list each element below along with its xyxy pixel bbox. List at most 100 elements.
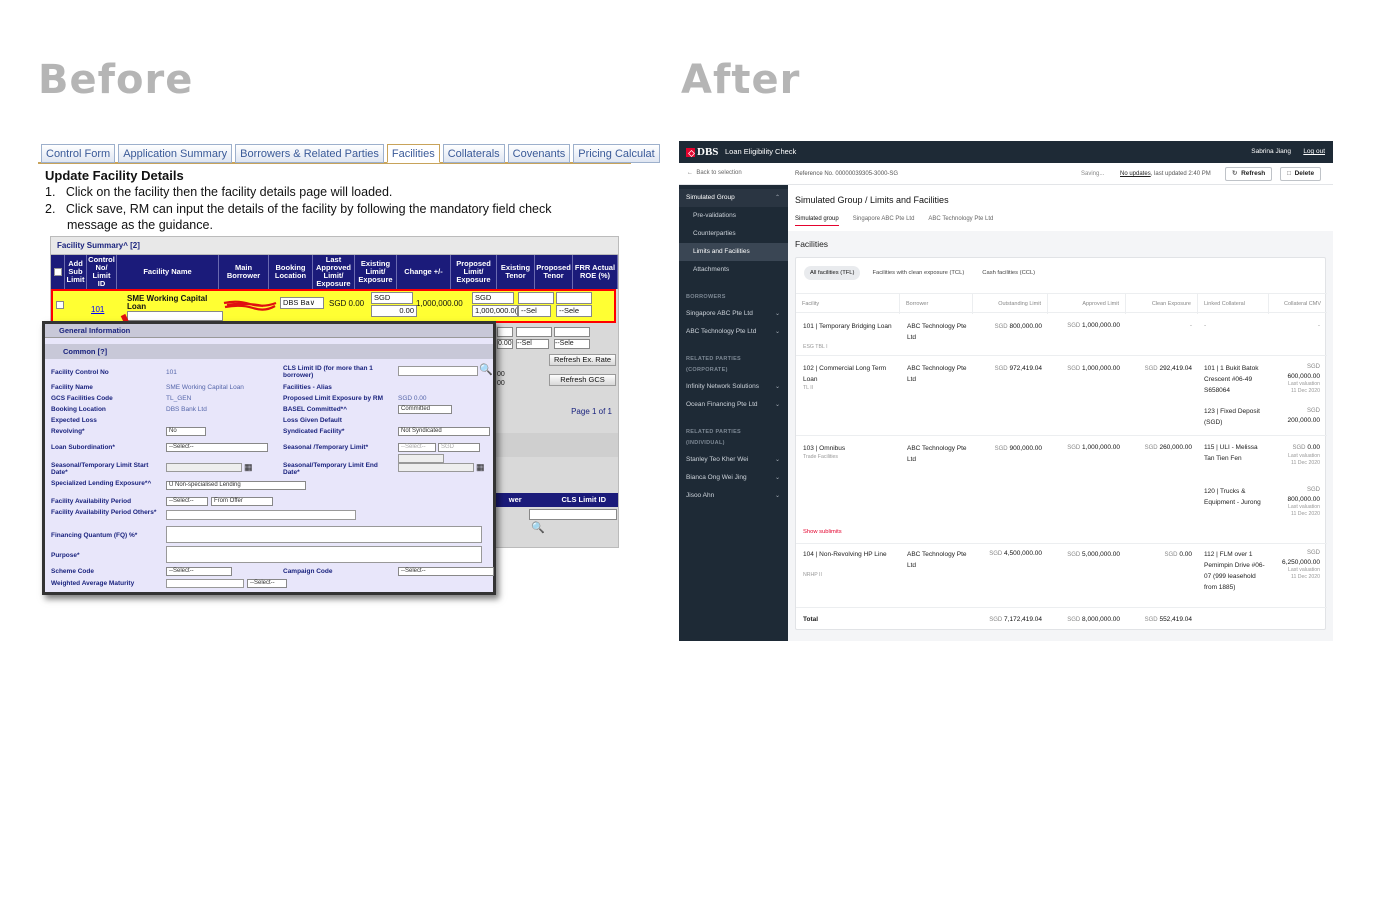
col-header: Borrower [900,294,973,314]
top-nav-bar: DBS Loan Eligibility Check Sabrina Jiang… [679,141,1333,163]
existing-tenor-select[interactable]: --Sel [518,305,551,317]
linked-collateral[interactable]: 123 | Fixed Deposit (SGD) [1204,406,1266,428]
tab-singapore-abc[interactable]: Singapore ABC Pte Ltd [853,216,915,226]
tab-facilities[interactable]: Facilities [386,144,440,163]
table-row[interactable]: 102 | Commercial Long Term Loan TL II AB… [796,356,1327,436]
booking-location-select[interactable]: DBS Ba∨ [280,297,324,309]
proposed-tenor-input[interactable] [556,292,592,304]
sidebar-item-counterparties[interactable]: Counterparties [679,225,788,243]
wam-input[interactable] [166,579,244,588]
table-row[interactable]: 103 | Omnibus Trade Facilities ABC Techn… [796,436,1327,544]
sidebar-item-individual[interactable]: Jisoo Ahn ⌄ [679,487,788,505]
row-checkbox[interactable] [56,301,64,309]
chip-all-facilities[interactable]: All facilities (TFL) [804,266,861,280]
tab-borrowers[interactable]: Borrowers & Related Parties [235,144,384,163]
field-label: Scheme Code [51,568,94,575]
back-label: Back to selection [696,170,742,176]
linked-collateral[interactable]: 112 | FLM over 1 Pemimpin Drive #06-07 (… [1204,549,1268,593]
existing-currency-select[interactable]: SGD [371,292,413,304]
availability-others-input[interactable] [166,510,356,520]
revolving-select[interactable]: No [166,427,206,436]
refresh-button[interactable]: ↻ Refresh [1225,167,1273,181]
col-select[interactable] [51,255,65,289]
tab-covenants[interactable]: Covenants [507,144,571,163]
row2-select-1[interactable]: --Sel [516,339,549,349]
proposed-tenor-select[interactable]: --Sele [556,305,592,317]
no-updates-link[interactable]: No updates [1120,171,1151,177]
tab-pricing-calculator[interactable]: Pricing Calculat [573,144,660,163]
row2-input[interactable] [497,327,513,337]
search-icon[interactable]: 🔍 [531,521,545,534]
linked-collateral[interactable]: 101 | 1 Bukit Batok Crescent #06-49 S658… [1204,363,1266,396]
search-icon[interactable]: 🔍 [479,363,493,376]
loan-subordination-select[interactable]: --Select-- [166,443,268,452]
fq-input[interactable] [166,526,482,543]
reference-number: Reference No. 00000039305-3000-SG [795,171,899,177]
sidebar-item-label: Simulated Group [686,194,735,201]
seasonal-amount-input[interactable] [398,454,444,463]
facility-summary-title[interactable]: Facility Summary^ [2] [51,237,618,255]
purpose-input[interactable] [166,546,482,563]
sidebar-item-pre-validations[interactable]: Pre-validations [679,207,788,225]
row2-amount[interactable]: 0.00 [497,339,513,349]
linked-collateral[interactable]: 120 | Trucks & Equipment - Jurong [1204,486,1266,508]
linked-collateral[interactable]: 115 | ULI - Melissa Tan Tien Fen [1204,442,1266,464]
show-sublimits-link[interactable]: Show sublimits [803,529,842,535]
seasonal-currency-select[interactable]: SGD [438,443,480,452]
valuation-note: Last valuation 11 Dec 2020 [1287,453,1320,466]
tab-abc-technology[interactable]: ABC Technology Pte Ltd [928,216,993,226]
proposed-amount-input[interactable]: 1,000,000.0( [472,305,518,317]
availability-from-select[interactable]: From Offer [211,497,273,506]
tab-collaterals[interactable]: Collaterals [442,144,505,163]
col-header: Proposed Limit/ Exposure [451,255,497,289]
sidebar-item-corporate[interactable]: Infinity Network Solutions ⌄ [679,378,788,396]
delete-button[interactable]: □ Delete [1280,167,1322,181]
tab-control-form[interactable]: Control Form [41,144,116,163]
proposed-currency-select[interactable]: SGD [472,292,514,304]
collateral-cmv: SGD 600,000.00 [1287,364,1320,380]
sidebar-group-simulated[interactable]: Simulated Group ⌃ [679,189,788,207]
table-row[interactable]: 101 | Temporary Bridging Loan ESG TBL I … [796,314,1327,356]
syndicated-facility-select[interactable]: Not Syndicated [398,427,490,436]
scheme-code-select[interactable]: --Select-- [166,567,232,576]
existing-tenor-input[interactable] [518,292,554,304]
table-row[interactable]: 104 | Non-Revolving HP Line NRHP II ABC … [796,544,1327,608]
specialized-lending-select[interactable]: U Non-specialised Lending [166,481,306,490]
basel-committed-select[interactable]: Committed [398,405,452,414]
sidebar-item-limits-facilities[interactable]: Limits and Facilities [679,243,788,261]
control-no-link[interactable]: 101 [91,305,104,314]
chip-cash-facilities[interactable]: Cash facilities (CCL) [976,266,1041,280]
sidebar-item-individual[interactable]: Bianca Ong Wei Jing ⌄ [679,469,788,487]
wam-select[interactable]: --Select-- [247,579,287,588]
chevron-down-icon: ⌄ [774,329,780,335]
general-information-header[interactable]: General Information [45,324,493,338]
campaign-code-select[interactable]: --Select-- [398,567,494,576]
back-link[interactable]: ← Back to selection [687,170,742,176]
refresh-ex-rate-button[interactable]: Refresh Ex. Rate [549,354,617,366]
sidebar-item-borrower[interactable]: ABC Technology Pte Ltd ⌄ [679,323,788,341]
cls-limit-id-input[interactable] [398,366,478,376]
common-section-header[interactable]: Common [?] [45,344,493,359]
seasonal-limit-select[interactable]: --Select-- [398,443,436,452]
logout-link[interactable]: Log out [1303,148,1325,155]
end-date-input[interactable] [398,463,474,472]
sidebar-item-borrower[interactable]: Singapore ABC Pte Ltd ⌄ [679,305,788,323]
refresh-gcs-button[interactable]: Refresh GCS [549,374,616,386]
row2-proposed-input[interactable] [554,327,590,337]
chip-clean-exposure[interactable]: Facilities with clean exposure (TCL) [866,266,970,280]
calendar-icon[interactable]: ▦ [476,462,485,473]
cls-limit-input[interactable] [529,509,617,520]
availability-select[interactable]: --Select-- [166,497,208,506]
calendar-icon[interactable]: ▦ [244,462,253,473]
row2-select-2[interactable]: --Sele [554,339,590,349]
chevron-up-icon: ⌃ [774,195,780,201]
existing-amount-input[interactable]: 0.00 [371,305,417,317]
sidebar-item-individual[interactable]: Stanley Teo Kher Wei ⌄ [679,451,788,469]
approved-limit: SGD 1,000,000.00 [1067,322,1120,329]
tab-simulated-group[interactable]: Simulated group [795,216,839,226]
tab-application-summary[interactable]: Application Summary [118,144,233,163]
start-date-input[interactable] [166,463,242,472]
row2-tenor-input[interactable] [516,327,552,337]
sidebar-item-attachments[interactable]: Attachments [679,261,788,279]
sidebar-item-corporate[interactable]: Ocean Financing Pte Ltd ⌄ [679,396,788,414]
